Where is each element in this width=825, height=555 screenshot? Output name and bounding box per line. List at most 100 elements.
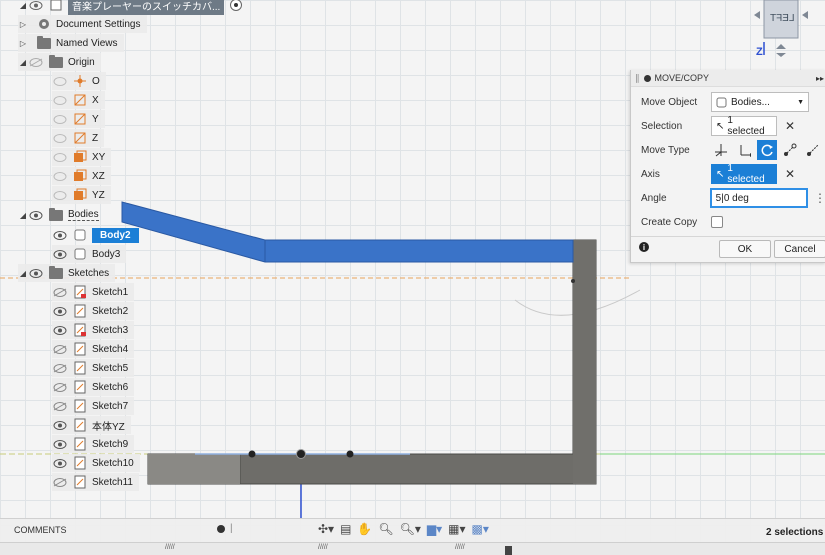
eye-hidden-icon[interactable] — [52, 343, 68, 355]
eye-icon[interactable] — [52, 229, 68, 241]
eye-hidden-icon[interactable] — [52, 151, 68, 163]
clear-axis-button[interactable]: ✕ — [785, 167, 795, 181]
expand-dialog-icon[interactable]: ▸▸ — [816, 74, 824, 83]
eye-hidden-icon[interactable] — [52, 170, 68, 182]
point-to-position-icon[interactable] — [803, 140, 823, 160]
eye-hidden-icon[interactable] — [52, 362, 68, 374]
eye-hidden-icon[interactable] — [52, 94, 68, 106]
eye-hidden-icon[interactable] — [52, 132, 68, 144]
angle-input[interactable]: 5|0 deg — [709, 188, 808, 208]
tree-sketch-item[interactable]: Sketch1 — [52, 283, 135, 301]
tree-named-views[interactable]: ▷ Named Views — [18, 34, 124, 52]
tree-body3[interactable]: Body3 — [52, 245, 127, 263]
pan-icon[interactable]: ✋ — [357, 522, 372, 536]
rotate-icon[interactable] — [757, 140, 777, 160]
tree-sketch-item[interactable]: Sketch4 — [52, 340, 135, 358]
eye-hidden-icon[interactable] — [52, 286, 68, 298]
collapse-icon[interactable]: ◢ — [18, 1, 28, 10]
timeline-marker-icon[interactable]: ///// — [318, 544, 328, 551]
sketch-icon — [72, 304, 88, 318]
sketch-icon — [72, 342, 88, 356]
activate-radio-icon[interactable] — [230, 0, 243, 11]
eye-hidden-icon[interactable] — [28, 56, 44, 68]
clear-selection-button[interactable]: ✕ — [785, 119, 795, 133]
eye-icon[interactable] — [52, 305, 68, 317]
create-copy-checkbox[interactable] — [711, 216, 723, 228]
tree-label: 本体YZ — [92, 421, 125, 433]
dialog-header[interactable]: ∥ MOVE/COPY ▸▸ — [631, 70, 825, 87]
sketch-icon — [72, 323, 88, 337]
axis-field[interactable]: ↖ 1 selected — [711, 163, 777, 185]
fit-icon[interactable]: 🔍︎▾ — [400, 522, 421, 536]
viewports-icon[interactable]: ▩▾ — [472, 522, 489, 536]
tree-sketch-item[interactable]: Sketch10 — [52, 454, 140, 472]
free-move-icon[interactable] — [711, 140, 731, 160]
tree-origin-x[interactable]: X — [52, 91, 105, 109]
collapse-icon[interactable]: ◢ — [18, 58, 28, 67]
move-object-dropdown[interactable]: Bodies... ▼ — [711, 92, 809, 112]
tree-sketch-item[interactable]: Sketch6 — [52, 378, 135, 396]
tree-label: Bodies — [68, 209, 99, 221]
eye-icon[interactable] — [52, 324, 68, 336]
tree-origin-xy[interactable]: XY — [52, 148, 112, 166]
collapse-icon[interactable]: ◢ — [18, 211, 28, 220]
panel-divider[interactable]: | — [230, 523, 233, 534]
axis-icon — [72, 131, 88, 145]
point-to-point-icon[interactable] — [780, 140, 800, 160]
tree-origin-z[interactable]: Z — [52, 129, 105, 147]
cancel-button[interactable]: Cancel — [774, 240, 825, 258]
timeline-marker-icon[interactable]: ///// — [455, 544, 465, 551]
ok-button[interactable]: OK — [719, 240, 771, 258]
eye-hidden-icon[interactable] — [52, 113, 68, 125]
eye-hidden-icon[interactable] — [52, 75, 68, 87]
tree-sketches[interactable]: ◢ Sketches — [18, 264, 116, 282]
tree-sketch-item[interactable]: 本体YZ — [52, 416, 131, 434]
tree-body2[interactable]: Body2 — [52, 226, 139, 244]
viewcube[interactable]: LEFT Z — [750, 0, 825, 64]
eye-hidden-icon[interactable] — [52, 189, 68, 201]
move-type-label: Move Type — [641, 144, 690, 156]
zoom-icon[interactable]: 🔍︎ — [378, 522, 393, 536]
angle-label: Angle — [641, 192, 667, 204]
eye-icon[interactable] — [52, 457, 68, 469]
look-at-icon[interactable]: ▤ — [340, 522, 351, 536]
tree-origin-yz[interactable]: YZ — [52, 186, 111, 204]
tree-origin-y[interactable]: Y — [52, 110, 105, 128]
display-settings-icon[interactable]: ▆▾ — [427, 522, 442, 536]
eye-hidden-icon[interactable] — [52, 381, 68, 393]
eye-icon[interactable] — [28, 0, 44, 11]
expand-icon[interactable]: ▷ — [18, 20, 28, 29]
selection-field[interactable]: ↖ 1 selected — [711, 115, 777, 137]
tree-document-settings[interactable]: ▷ Document Settings — [18, 15, 147, 33]
tree-sketch-item[interactable]: Sketch9 — [52, 435, 135, 453]
move-object-row: Move Object Bodies... ▼ — [631, 90, 825, 114]
tree-sketch-item[interactable]: Sketch3 — [52, 321, 135, 339]
eye-hidden-icon[interactable] — [52, 400, 68, 412]
tree-sketch-item[interactable]: Sketch7 — [52, 397, 135, 415]
eye-icon[interactable] — [52, 248, 68, 260]
browser-root[interactable]: ◢ 音楽プレーヤーのスイッチカバ... — [18, 0, 243, 15]
info-icon[interactable]: i — [639, 242, 649, 252]
grip-icon[interactable]: ∥ — [635, 73, 640, 84]
eye-icon[interactable] — [52, 438, 68, 450]
timeline-marker-icon[interactable]: ///// — [165, 544, 175, 551]
tree-origin-xz[interactable]: XZ — [52, 167, 111, 185]
grid-settings-icon[interactable]: ▦▾ — [448, 522, 465, 536]
tree-sketch-item[interactable]: Sketch11 — [52, 473, 139, 491]
tree-sketch-item[interactable]: Sketch5 — [52, 359, 135, 377]
orbit-icon[interactable]: ✣▾ — [318, 522, 334, 536]
tree-origin-o[interactable]: O — [52, 72, 106, 90]
eye-icon[interactable] — [52, 419, 68, 431]
tree-origin[interactable]: ◢ Origin — [18, 53, 101, 71]
timeline-bar[interactable]: ///// ///// ///// — [0, 542, 825, 555]
translate-icon[interactable] — [734, 140, 754, 160]
expand-icon[interactable]: ▷ — [18, 39, 28, 48]
eye-icon[interactable] — [28, 267, 44, 279]
eye-hidden-icon[interactable] — [52, 476, 68, 488]
tree-sketch-item[interactable]: Sketch2 — [52, 302, 135, 320]
more-options-icon[interactable]: ⋮ — [814, 191, 825, 205]
add-comment-icon[interactable] — [217, 525, 225, 533]
eye-icon[interactable] — [28, 209, 44, 221]
tree-bodies[interactable]: ◢ Bodies — [18, 206, 99, 224]
collapse-icon[interactable]: ◢ — [18, 269, 28, 278]
